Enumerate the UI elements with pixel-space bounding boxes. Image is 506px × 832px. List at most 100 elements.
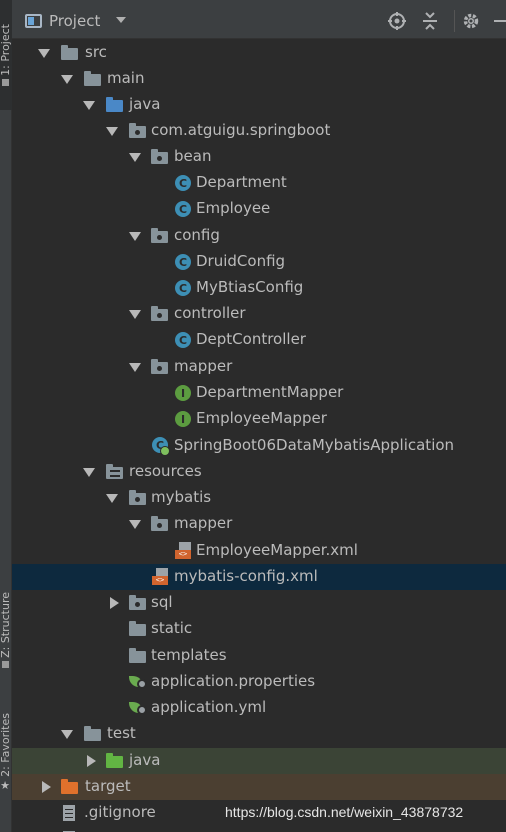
- tree-node-mybatis-config-xml[interactable]: <> mybatis-config.xml: [12, 564, 506, 590]
- tree-node-java[interactable]: java: [12, 92, 506, 118]
- expand-arrow-icon[interactable]: [83, 466, 95, 478]
- tree-node-label: java: [129, 95, 161, 113]
- tree-node-mybatis-config-class[interactable]: C MyBtiasConfig: [12, 275, 506, 301]
- expand-arrow-icon[interactable]: [129, 308, 141, 320]
- tree-node-application-class[interactable]: C SpringBoot06DataMybatisApplication: [12, 433, 506, 459]
- tree-node-application-properties[interactable]: application.properties: [12, 669, 506, 695]
- tree-node-application-yml[interactable]: application.yml: [12, 695, 506, 721]
- spring-config-file-icon: [129, 699, 149, 717]
- favorites-tool-tab-label: 2: Favorites: [0, 713, 12, 777]
- expand-arrow-icon[interactable]: [129, 518, 141, 530]
- expand-arrow-icon[interactable]: [61, 728, 73, 740]
- tree-node-test-java[interactable]: java: [12, 748, 506, 774]
- header-divider: [454, 10, 455, 32]
- tree-node-employee-mapper-xml[interactable]: <> EmployeeMapper.xml: [12, 538, 506, 564]
- gear-icon[interactable]: [462, 12, 480, 30]
- expand-arrow-icon[interactable]: [129, 230, 141, 242]
- xml-file-icon: <>: [152, 568, 170, 586]
- view-selector-title[interactable]: Project: [49, 12, 100, 30]
- tree-node-config[interactable]: config: [12, 223, 506, 249]
- structure-tab-icon: [1, 660, 9, 668]
- project-tool-tab-label: 1: Project: [0, 24, 12, 76]
- package-icon: [151, 306, 169, 322]
- package-icon: [151, 228, 169, 244]
- source-folder-icon: [106, 97, 124, 113]
- tree-node-label: DruidConfig: [196, 252, 286, 270]
- tree-node-label: mapper: [174, 514, 233, 532]
- class-icon: C: [175, 254, 191, 270]
- class-icon: C: [175, 201, 191, 217]
- tree-node-templates[interactable]: templates: [12, 643, 506, 669]
- tree-node-druid-config[interactable]: C DruidConfig: [12, 249, 506, 275]
- tree-node-controller[interactable]: controller: [12, 301, 506, 327]
- tree-node-label: test: [107, 724, 136, 742]
- chevron-down-icon[interactable]: [116, 17, 126, 23]
- locate-icon[interactable]: [388, 12, 406, 30]
- tree-node-label: mapper: [174, 357, 233, 375]
- package-icon: [151, 359, 169, 375]
- hide-icon[interactable]: [492, 12, 506, 30]
- tree-node-department-mapper[interactable]: I DepartmentMapper: [12, 380, 506, 406]
- favorites-tool-tab[interactable]: 2: Favorites ★: [0, 705, 12, 800]
- tree-node-package[interactable]: com.atguigu.springboot: [12, 118, 506, 144]
- tree-node-main[interactable]: main: [12, 66, 506, 92]
- collapsed-arrow-icon[interactable]: [85, 755, 97, 767]
- collapsed-arrow-icon[interactable]: [40, 781, 52, 793]
- test-source-folder-icon: [106, 753, 124, 769]
- tree-node-label: target: [85, 777, 131, 795]
- tree-node-label: DepartmentMapper: [196, 383, 344, 401]
- tree-node-label: mybatis: [151, 488, 212, 506]
- tree-node-label: main: [107, 69, 145, 87]
- folder-icon: [129, 490, 147, 506]
- class-icon: C: [175, 280, 191, 296]
- collapse-all-icon[interactable]: [421, 12, 439, 30]
- collapsed-arrow-icon[interactable]: [108, 597, 120, 609]
- star-icon: ★: [0, 778, 10, 792]
- tree-node-resources[interactable]: resources: [12, 459, 506, 485]
- tree-node-label: mybatis-config.xml: [174, 567, 318, 585]
- expand-arrow-icon[interactable]: [83, 99, 95, 111]
- tree-node-label: DeptController: [196, 330, 306, 348]
- folder-icon: [151, 516, 169, 532]
- project-panel-header: Project: [12, 0, 506, 39]
- resources-folder-icon: [106, 464, 124, 480]
- tree-node-mybatis[interactable]: mybatis: [12, 485, 506, 511]
- expand-arrow-icon[interactable]: [38, 47, 50, 59]
- tree-node-dept-controller[interactable]: C DeptController: [12, 327, 506, 353]
- xml-file-icon: <>: [175, 542, 193, 560]
- expand-arrow-icon[interactable]: [106, 492, 118, 504]
- tool-window-strip: 1: Project Z: Structure 2: Favorites ★: [0, 0, 12, 832]
- tree-node-bean[interactable]: bean: [12, 144, 506, 170]
- interface-icon: I: [175, 385, 191, 401]
- expand-arrow-icon[interactable]: [61, 73, 73, 85]
- project-tool-tab[interactable]: 1: Project: [0, 0, 12, 110]
- folder-icon: [84, 726, 102, 742]
- tree-node-label: sql: [151, 593, 173, 611]
- tree-node-employee-mapper[interactable]: I EmployeeMapper: [12, 406, 506, 432]
- expand-arrow-icon[interactable]: [106, 125, 118, 137]
- tree-node-label: .gitignore: [84, 803, 156, 821]
- tree-node-resources-mapper[interactable]: mapper: [12, 511, 506, 537]
- tree-node-label: src: [85, 43, 107, 61]
- folder-icon: [84, 71, 102, 87]
- tree-node-label: SpringBoot06DataMybatisApplication: [174, 436, 455, 454]
- tree-node-sql[interactable]: sql: [12, 590, 506, 616]
- project-panel: Project src main java com.atguigu.spring…: [12, 0, 506, 832]
- tree-node-mapper[interactable]: mapper: [12, 354, 506, 380]
- tree-node-src[interactable]: src: [12, 40, 506, 66]
- expand-arrow-icon[interactable]: [129, 361, 141, 373]
- tree-node-test[interactable]: test: [12, 721, 506, 747]
- tree-node-target[interactable]: target: [12, 774, 506, 800]
- structure-tool-tab[interactable]: Z: Structure: [0, 580, 12, 680]
- class-icon: C: [175, 332, 191, 348]
- xml-glyph: <>: [152, 576, 168, 585]
- expand-arrow-icon[interactable]: [129, 151, 141, 163]
- tree-node-employee[interactable]: C Employee: [12, 196, 506, 222]
- package-icon: [129, 123, 147, 139]
- tree-node-static[interactable]: static: [12, 616, 506, 642]
- spring-config-file-icon: [129, 673, 149, 691]
- tree-node-department[interactable]: C Department: [12, 170, 506, 196]
- folder-icon: [129, 648, 147, 664]
- package-icon: [151, 149, 169, 165]
- tree-node-label: application.properties: [151, 672, 316, 690]
